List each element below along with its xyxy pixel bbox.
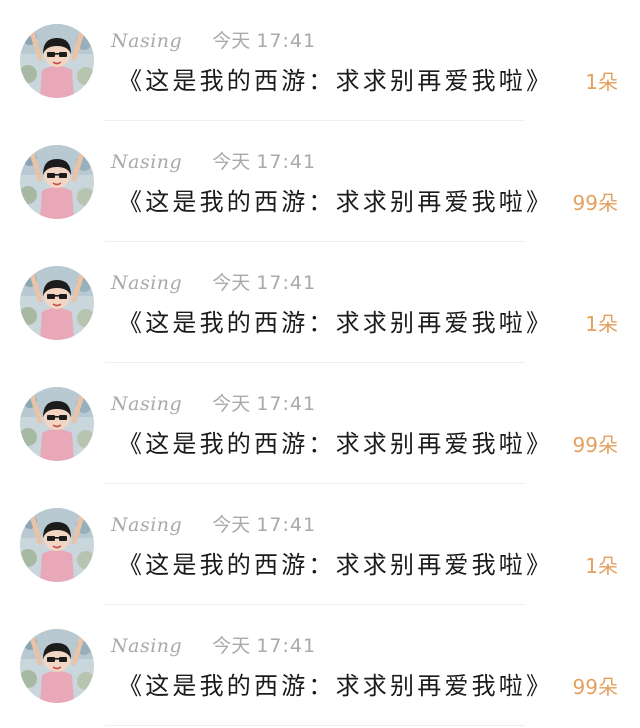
list-item[interactable]: Nasing 今天 17:41 《这是我的西游：求求别再爱我啦》 1朵	[0, 242, 640, 363]
item-meta: Nasing 今天 17:41	[111, 270, 316, 296]
post-date: 今天	[212, 393, 251, 415]
list-item[interactable]: Nasing 今天 17:41 《这是我的西游：求求别再爱我啦》 99朵	[0, 121, 640, 242]
avatar-image	[20, 508, 94, 582]
avatar[interactable]	[20, 24, 94, 98]
post-date: 今天	[212, 635, 251, 657]
avatar[interactable]	[20, 266, 94, 340]
author-name[interactable]: Nasing	[111, 30, 182, 52]
post-time: 17:41	[256, 393, 317, 415]
avatar-image	[20, 266, 94, 340]
item-title[interactable]: 《这是我的西游：求求别再爱我啦》	[118, 425, 553, 463]
avatar-image	[20, 24, 94, 98]
author-name[interactable]: Nasing	[111, 635, 182, 657]
list-item[interactable]: Nasing 今天 17:41 《这是我的西游：求求别再爱我啦》 99朵	[0, 605, 640, 726]
post-time: 17:41	[256, 151, 317, 173]
list-item[interactable]: Nasing 今天 17:41 《这是我的西游：求求别再爱我啦》 1朵	[0, 0, 640, 121]
item-title[interactable]: 《这是我的西游：求求别再爱我啦》	[118, 546, 553, 584]
list-item[interactable]: Nasing 今天 17:41 《这是我的西游：求求别再爱我啦》 99朵	[0, 363, 640, 484]
post-time: 17:41	[256, 635, 317, 657]
avatar[interactable]	[20, 387, 94, 461]
flower-count: 99朵	[572, 433, 618, 457]
message-list: Nasing 今天 17:41 《这是我的西游：求求别再爱我啦》 1朵 Nasi…	[0, 0, 640, 728]
avatar[interactable]	[20, 145, 94, 219]
item-meta: Nasing 今天 17:41	[111, 391, 316, 417]
avatar-image	[20, 145, 94, 219]
flower-count: 1朵	[585, 70, 618, 94]
author-name[interactable]: Nasing	[111, 151, 182, 173]
item-meta: Nasing 今天 17:41	[111, 512, 316, 538]
post-time: 17:41	[256, 30, 317, 52]
divider	[105, 725, 525, 726]
post-time: 17:41	[256, 514, 317, 536]
flower-count: 1朵	[585, 554, 618, 578]
post-time: 17:41	[256, 272, 317, 294]
item-meta: Nasing 今天 17:41	[111, 149, 316, 175]
item-title[interactable]: 《这是我的西游：求求别再爱我啦》	[118, 667, 553, 705]
item-meta: Nasing 今天 17:41	[111, 633, 316, 659]
author-name[interactable]: Nasing	[111, 514, 182, 536]
item-title[interactable]: 《这是我的西游：求求别再爱我啦》	[118, 304, 553, 342]
post-date: 今天	[212, 30, 251, 52]
avatar-image	[20, 629, 94, 703]
post-date: 今天	[212, 272, 251, 294]
flower-count: 99朵	[572, 191, 618, 215]
avatar[interactable]	[20, 508, 94, 582]
item-title[interactable]: 《这是我的西游：求求别再爱我啦》	[118, 62, 553, 100]
list-item[interactable]: Nasing 今天 17:41 《这是我的西游：求求别再爱我啦》 1朵	[0, 484, 640, 605]
post-date: 今天	[212, 151, 251, 173]
avatar-image	[20, 387, 94, 461]
post-date: 今天	[212, 514, 251, 536]
flower-count: 1朵	[585, 312, 618, 336]
avatar[interactable]	[20, 629, 94, 703]
item-meta: Nasing 今天 17:41	[111, 28, 316, 54]
author-name[interactable]: Nasing	[111, 393, 182, 415]
author-name[interactable]: Nasing	[111, 272, 182, 294]
item-title[interactable]: 《这是我的西游：求求别再爱我啦》	[118, 183, 553, 221]
flower-count: 99朵	[572, 675, 618, 699]
